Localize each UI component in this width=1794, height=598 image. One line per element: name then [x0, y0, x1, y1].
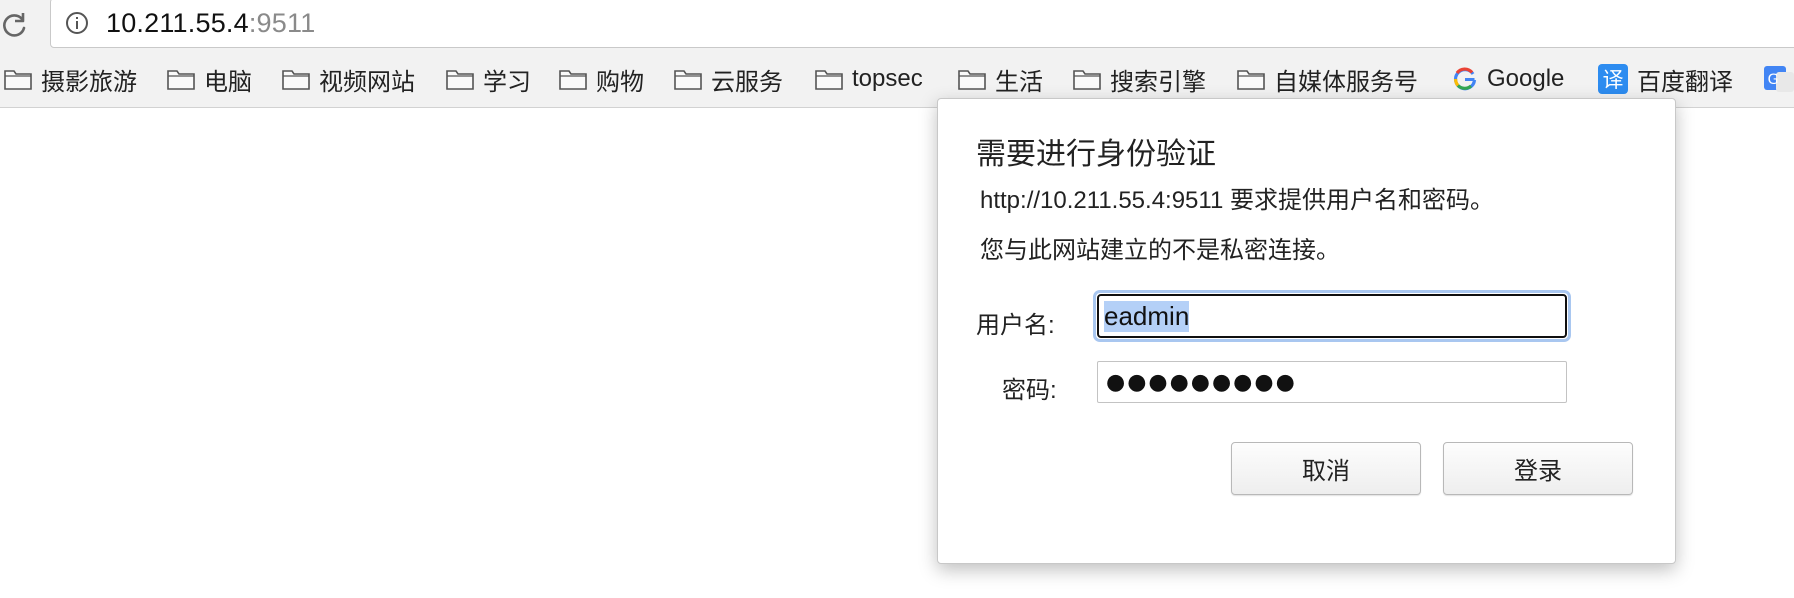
url-host: 10.211.55.4: [106, 8, 249, 38]
bookmark-folder[interactable]: 购物: [559, 62, 644, 96]
bookmark-folder[interactable]: 自媒体服务号: [1237, 62, 1418, 96]
svg-text:G: G: [1768, 72, 1779, 88]
bookmark-baidu-translate[interactable]: 译 百度翻译: [1598, 62, 1733, 96]
bookmark-folder[interactable]: 生活: [958, 62, 1043, 96]
bookmark-label: 云服务: [711, 68, 783, 96]
bookmark-folder[interactable]: 学习: [446, 62, 531, 96]
privacy-note: 您与此网站建立的不是私密连接。: [980, 237, 1340, 264]
folder-icon: [674, 70, 702, 90]
password-label: 密码:: [1002, 377, 1057, 404]
info-icon[interactable]: [65, 11, 89, 35]
bookmark-folder[interactable]: 电脑: [167, 62, 252, 96]
bookmark-label: Google: [1487, 65, 1565, 92]
svg-text:译: 译: [1603, 68, 1624, 92]
folder-icon: [559, 70, 587, 90]
auth-dialog: 需要进行身份验证 http://10.211.55.4:9511 要求提供用户名…: [937, 98, 1676, 564]
bookmark-folder[interactable]: 视频网站: [282, 62, 415, 96]
password-input[interactable]: [1097, 361, 1567, 403]
bookmark-label: topsec: [852, 65, 923, 92]
reload-icon[interactable]: [0, 10, 30, 40]
omnibox[interactable]: 10.211.55.4:9511: [50, 0, 1794, 48]
folder-icon: [958, 70, 986, 90]
bookmark-label: 视频网站: [319, 68, 415, 96]
folder-icon: [167, 70, 195, 90]
folder-icon: [815, 70, 843, 90]
google-translate-icon: G: [1764, 66, 1794, 92]
bookmark-folder[interactable]: 摄影旅游: [4, 62, 137, 96]
bookmark-label: 学习: [483, 68, 531, 96]
bookmark-label: 电脑: [204, 68, 252, 96]
baidu-translate-icon: 译: [1598, 64, 1628, 94]
bookmark-folder[interactable]: topsec: [815, 62, 923, 96]
url-port: :9511: [248, 8, 316, 38]
bookmark-label: 搜索引擎: [1110, 68, 1206, 96]
bookmark-folder[interactable]: 搜索引擎: [1073, 62, 1206, 96]
folder-icon: [1237, 70, 1265, 90]
folder-icon: [1073, 70, 1101, 90]
google-icon: [1453, 67, 1477, 91]
folder-icon: [4, 70, 32, 90]
address-toolbar: 10.211.55.4:9511: [0, 0, 1794, 50]
bookmark-more[interactable]: G: [1764, 62, 1794, 96]
bookmark-label: 生活: [995, 68, 1043, 96]
dialog-title: 需要进行身份验证: [976, 138, 1216, 171]
bookmark-label: 购物: [596, 68, 644, 96]
bookmark-google[interactable]: Google: [1452, 62, 1564, 96]
url-text[interactable]: 10.211.55.4:9511: [106, 8, 315, 39]
login-button[interactable]: 登录: [1443, 442, 1633, 495]
folder-icon: [282, 70, 310, 90]
cancel-button[interactable]: 取消: [1231, 442, 1421, 495]
dialog-message: http://10.211.55.4:9511 要求提供用户名和密码。: [980, 187, 1494, 214]
bookmark-label: 百度翻译: [1637, 68, 1733, 96]
bookmark-label: 摄影旅游: [41, 68, 137, 96]
bookmark-folder[interactable]: 云服务: [674, 62, 783, 96]
folder-icon: [446, 70, 474, 90]
bookmark-label: 自媒体服务号: [1274, 68, 1418, 96]
username-input[interactable]: [1096, 293, 1568, 339]
username-label: 用户名:: [976, 312, 1055, 339]
